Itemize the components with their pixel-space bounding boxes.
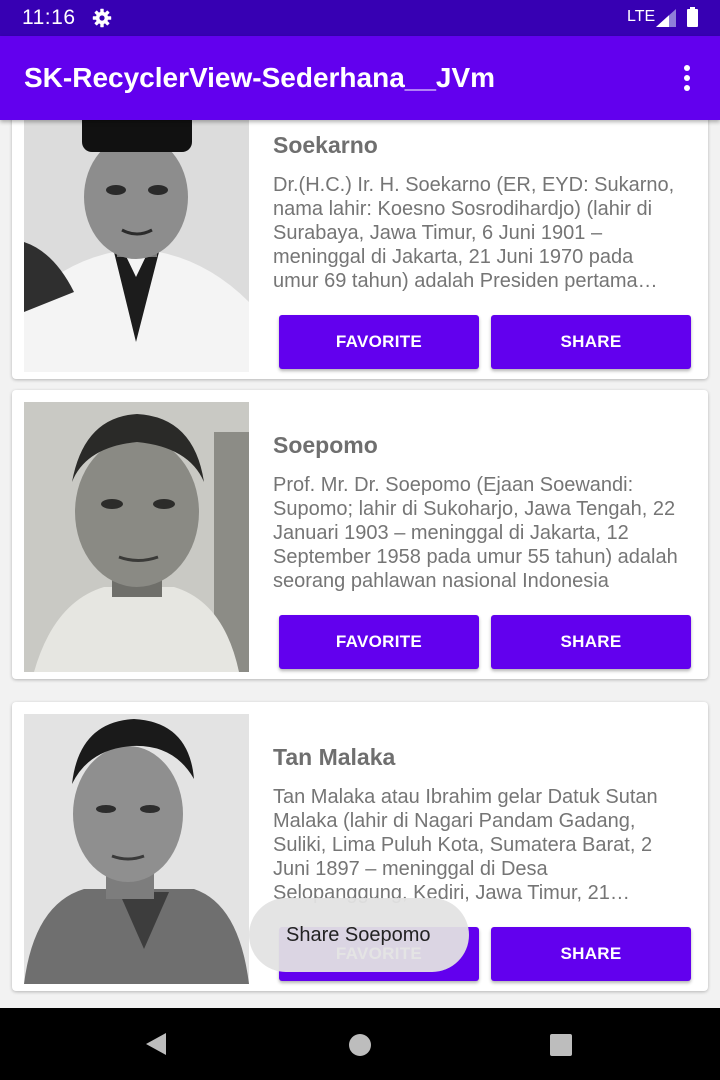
favorite-button[interactable]: FAVORITE — [279, 615, 479, 669]
back-icon[interactable] — [144, 1032, 168, 1056]
hero-card: Soekarno Dr.(H.C.) Ir. H. Soekarno (ER, … — [12, 120, 708, 379]
hero-photo — [24, 402, 249, 672]
hero-description: Tan Malaka atau Ibrahim gelar Datuk Suta… — [273, 786, 658, 904]
hero-name: Tan Malaka — [273, 744, 396, 770]
hero-name: Soepomo — [273, 432, 378, 458]
hero-name: Soekarno — [273, 132, 378, 158]
toast-message: Share Soepomo — [249, 898, 469, 972]
hero-photo — [24, 714, 249, 984]
overflow-menu-icon[interactable] — [672, 62, 702, 94]
app-title: SK-RecyclerView-Sederhana__JVm — [24, 62, 496, 93]
hero-list[interactable]: Soekarno Dr.(H.C.) Ir. H. Soekarno (ER, … — [0, 120, 720, 1008]
share-button[interactable]: SHARE — [491, 927, 691, 981]
signal-icon — [656, 9, 676, 27]
home-icon[interactable] — [349, 1034, 371, 1056]
battery-icon — [687, 7, 698, 27]
settings-icon — [92, 8, 112, 28]
status-time: 11:16 — [22, 6, 76, 29]
share-button[interactable]: SHARE — [491, 315, 691, 369]
network-type: LTE — [627, 8, 656, 25]
hero-card: Soepomo Prof. Mr. Dr. Soepomo (Ejaan Soe… — [12, 390, 708, 679]
favorite-button[interactable]: FAVORITE — [279, 315, 479, 369]
hero-description: Dr.(H.C.) Ir. H. Soekarno (ER, EYD: Suka… — [273, 174, 675, 292]
recents-icon[interactable] — [550, 1034, 572, 1056]
hero-photo — [24, 120, 249, 372]
hero-description: Prof. Mr. Dr. Soepomo (Ejaan Soewandi: S… — [273, 474, 678, 592]
share-button[interactable]: SHARE — [491, 615, 691, 669]
status-bar: 11:16 LTE — [0, 0, 720, 36]
app-bar: SK-RecyclerView-Sederhana__JVm — [0, 36, 720, 120]
